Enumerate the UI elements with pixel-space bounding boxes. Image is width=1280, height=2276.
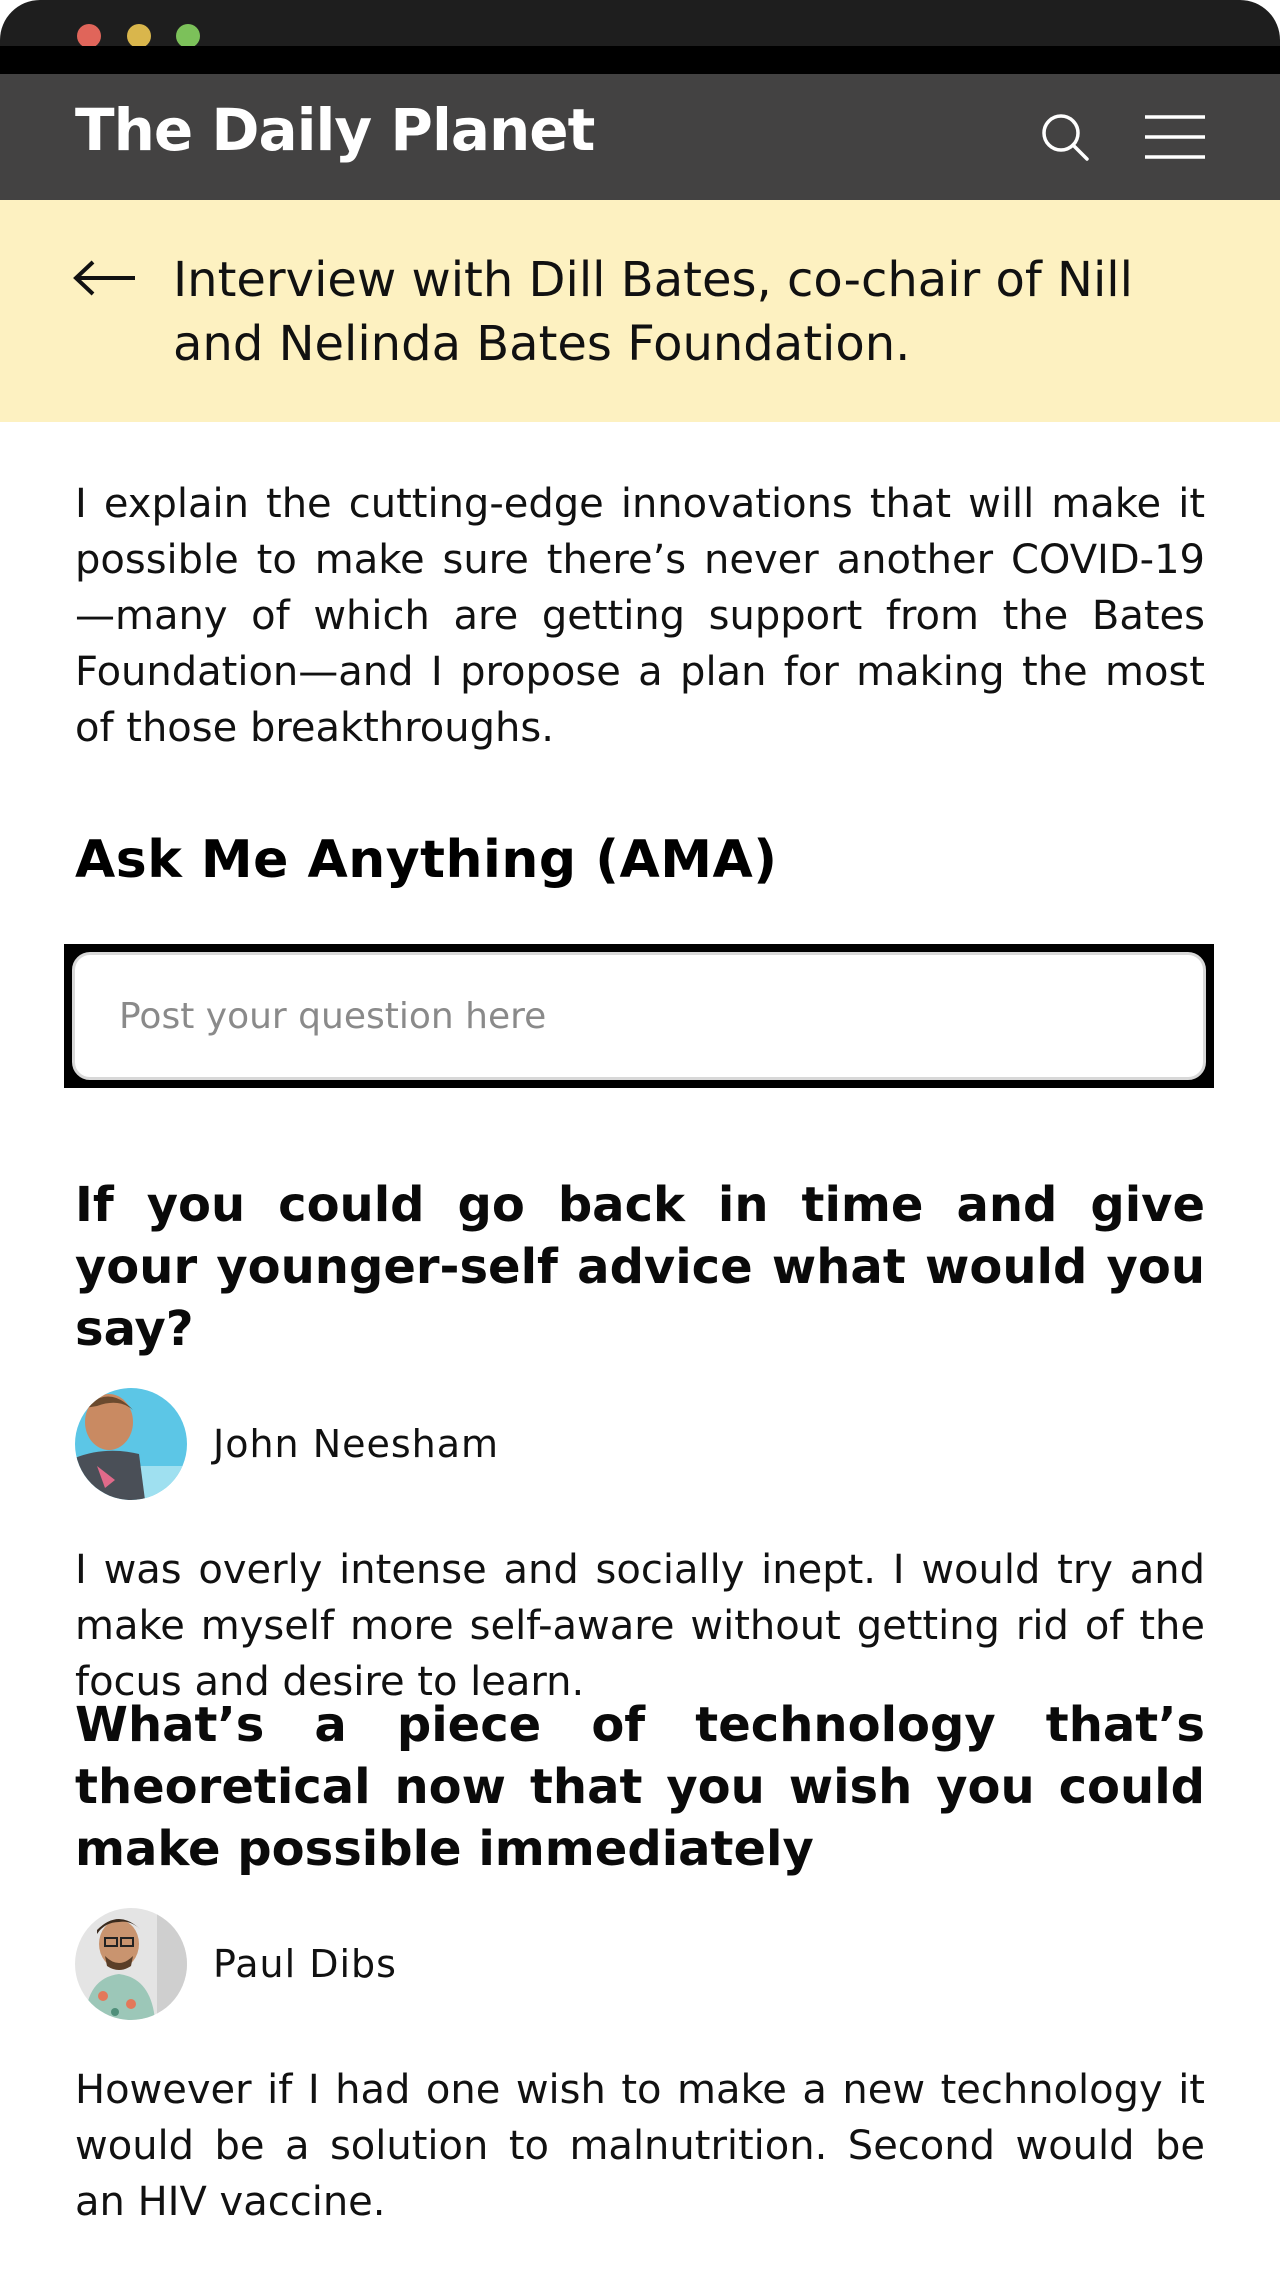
titlebar-strip bbox=[0, 46, 1280, 74]
ama-heading: Ask Me Anything (AMA) bbox=[75, 830, 778, 890]
window-titlebar bbox=[0, 0, 1280, 74]
question-input[interactable] bbox=[72, 952, 1206, 1080]
answer-author: John Neesham bbox=[75, 1388, 1205, 1500]
site-header: The Daily Planet bbox=[0, 74, 1280, 200]
avatar[interactable] bbox=[75, 1388, 187, 1500]
avatar[interactable] bbox=[75, 1908, 187, 2020]
answer-text: I was overly intense and socially inept.… bbox=[75, 1547, 1205, 1705]
qa-item: What’s a piece of technology that’s theo… bbox=[75, 1694, 1205, 2230]
minimize-window-button[interactable] bbox=[127, 24, 151, 48]
author-name[interactable]: John Neesham bbox=[213, 1422, 499, 1466]
site-logo[interactable]: The Daily Planet bbox=[75, 96, 595, 164]
back-arrow-icon[interactable] bbox=[73, 258, 137, 298]
search-icon[interactable] bbox=[1040, 112, 1090, 162]
question-text: What’s a piece of technology that’s theo… bbox=[75, 1697, 1205, 1877]
close-window-button[interactable] bbox=[77, 24, 101, 48]
qa-item: If you could go back in time and give yo… bbox=[75, 1174, 1205, 1710]
article-title: Interview with Dill Bates, co-chair of N… bbox=[173, 252, 1133, 372]
hamburger-menu-icon[interactable] bbox=[1144, 114, 1206, 160]
article-intro: I explain the cutting-edge innovations t… bbox=[75, 481, 1205, 751]
maximize-window-button[interactable] bbox=[176, 24, 200, 48]
answer-text: However if I had one wish to make a new … bbox=[75, 2067, 1205, 2225]
question-input-frame bbox=[64, 944, 1214, 1088]
author-name[interactable]: Paul Dibs bbox=[213, 1942, 397, 1986]
answer-author: Paul Dibs bbox=[75, 1908, 1205, 2020]
question-text: If you could go back in time and give yo… bbox=[75, 1177, 1205, 1357]
article-banner: Interview with Dill Bates, co-chair of N… bbox=[0, 200, 1280, 422]
